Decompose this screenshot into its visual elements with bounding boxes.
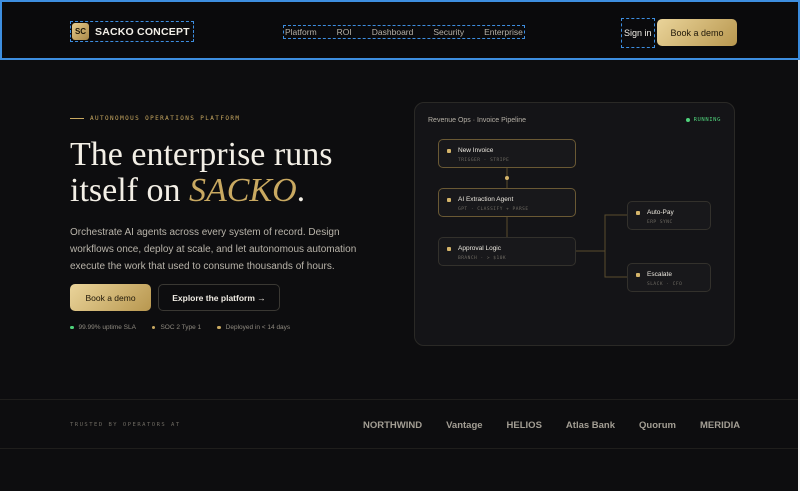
node-dot-icon [447, 247, 451, 251]
hero-eyebrow: AUTONOMOUS OPERATIONS PLATFORM [70, 115, 240, 122]
pipeline-node-approval[interactable]: Approval Logic BRANCH · > $10K [438, 237, 576, 266]
nav-dashboard[interactable]: Dashboard [372, 27, 414, 37]
nav-platform[interactable]: Platform [285, 27, 317, 37]
connector-branch-yes [576, 214, 627, 252]
hero-description: Orchestrate AI agents across every syste… [70, 227, 357, 272]
book-demo-button[interactable]: Book a demo [70, 284, 151, 311]
pipeline-node-trigger[interactable]: New Invoice TRIGGER · STRIPE [438, 139, 576, 168]
book-demo-button-header[interactable]: Book a demo [657, 19, 737, 46]
client-logo-helios: HELIOS [506, 420, 542, 431]
node-dot-icon [636, 273, 640, 277]
status-dot-icon [151, 325, 156, 330]
client-logo-northwind: NORTHWIND [363, 420, 423, 431]
pipeline-node-autopay[interactable]: Auto-Pay ERP SYNC [627, 201, 711, 230]
nav-security[interactable]: Security [433, 27, 464, 37]
sign-in-link[interactable]: Sign in [621, 18, 655, 48]
node-dot-icon [636, 211, 640, 215]
headline-brand: SACKO [188, 172, 297, 209]
status-dot-icon [217, 325, 221, 330]
stat-uptime: 99.99% uptime SLA [70, 324, 136, 331]
status-dot-icon [70, 325, 74, 330]
connector-dot-icon [505, 176, 509, 180]
node-title: Auto-Pay [647, 209, 674, 216]
main-nav: Platform ROI Dashboard Security Enterpri… [283, 25, 525, 39]
headline-line-2-prefix: itself on [70, 172, 189, 209]
client-logo-atlas-bank: Atlas Bank [565, 420, 616, 431]
stat-deploy: Deployed in < 14 days [217, 324, 290, 331]
node-title: Approval Logic [458, 245, 501, 252]
logo-mark-icon: SC [72, 23, 89, 40]
stat-label: Deployed in < 14 days [225, 324, 291, 331]
pipeline-node-extraction[interactable]: AI Extraction Agent GPT · CLASSIFY + PAR… [438, 188, 576, 217]
node-title: New Invoice [458, 147, 494, 154]
nav-enterprise[interactable]: Enterprise [484, 27, 523, 37]
headline-line-1: The enterprise runs [70, 136, 333, 173]
trusted-by-strip: TRUSTED BY OPERATORS AT NORTHWIND Vantag… [0, 399, 800, 449]
hero-stats: 99.99% uptime SLA SOC 2 Type 1 Deployed … [70, 324, 290, 331]
explore-platform-button[interactable]: Explore the platform → [158, 284, 280, 311]
brand-name: SACKO CONCEPT [95, 25, 190, 38]
headline-suffix: . [296, 172, 306, 209]
connector-branch-no [604, 251, 627, 278]
page-footer-area [0, 449, 800, 491]
stat-label: SOC 2 Type 1 [160, 324, 202, 331]
brand-logo[interactable]: SC SACKO CONCEPT [70, 21, 194, 42]
client-logos: NORTHWIND Vantage HELIOS Atlas Bank Quor… [363, 420, 740, 431]
client-logo-quorum: Quorum [639, 420, 676, 431]
node-meta: GPT · CLASSIFY + PARSE [458, 207, 529, 212]
client-logo-vantage: Vantage [446, 420, 483, 431]
stat-soc2: SOC 2 Type 1 [151, 324, 202, 331]
node-dot-icon [447, 198, 451, 202]
node-title: Escalate [647, 271, 672, 278]
node-meta: ERP SYNC [647, 220, 673, 225]
top-nav-bar: SC SACKO CONCEPT Platform ROI Dashboard … [0, 0, 800, 60]
stat-label: 99.99% uptime SLA [78, 324, 136, 331]
nav-roi[interactable]: ROI [337, 27, 352, 37]
trusted-label: TRUSTED BY OPERATORS AT [70, 422, 181, 428]
hero-headline: The enterprise runs itself on SACKO. [70, 137, 390, 209]
node-meta: SLACK · CFO [647, 282, 683, 287]
node-meta: TRIGGER · STRIPE [458, 158, 510, 163]
node-title: AI Extraction Agent [458, 196, 514, 203]
node-meta: BRANCH · > $10K [458, 256, 507, 261]
eyebrow-text: AUTONOMOUS OPERATIONS PLATFORM [90, 115, 241, 122]
eyebrow-rule [70, 118, 84, 119]
pipeline-node-escalate[interactable]: Escalate SLACK · CFO [627, 263, 711, 292]
client-logo-meridia: MERIDIA [699, 420, 741, 431]
node-dot-icon [447, 149, 451, 153]
pipeline-preview-card: Revenue Ops · Invoice Pipeline RUNNING N… [414, 102, 735, 346]
